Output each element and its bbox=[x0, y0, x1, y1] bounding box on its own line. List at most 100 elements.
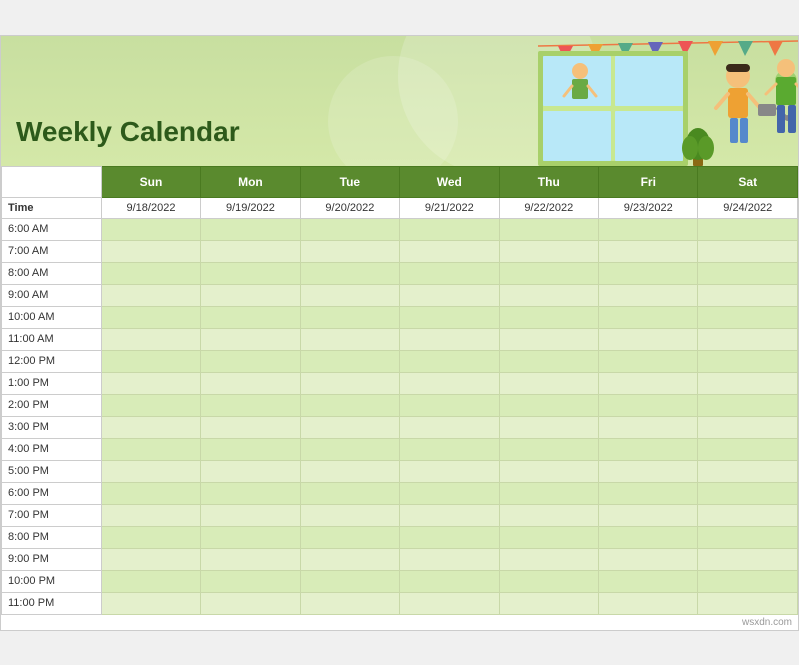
calendar-cell[interactable] bbox=[400, 262, 499, 284]
calendar-cell[interactable] bbox=[300, 482, 399, 504]
calendar-cell[interactable] bbox=[400, 438, 499, 460]
calendar-cell[interactable] bbox=[101, 416, 200, 438]
calendar-cell[interactable] bbox=[698, 504, 798, 526]
calendar-cell[interactable] bbox=[400, 592, 499, 614]
calendar-cell[interactable] bbox=[499, 482, 598, 504]
calendar-cell[interactable] bbox=[499, 350, 598, 372]
calendar-cell[interactable] bbox=[300, 328, 399, 350]
calendar-cell[interactable] bbox=[400, 372, 499, 394]
calendar-cell[interactable] bbox=[499, 262, 598, 284]
calendar-cell[interactable] bbox=[698, 350, 798, 372]
calendar-cell[interactable] bbox=[201, 570, 300, 592]
calendar-cell[interactable] bbox=[300, 218, 399, 240]
calendar-cell[interactable] bbox=[599, 438, 698, 460]
calendar-cell[interactable] bbox=[698, 416, 798, 438]
calendar-cell[interactable] bbox=[499, 284, 598, 306]
calendar-cell[interactable] bbox=[400, 482, 499, 504]
calendar-cell[interactable] bbox=[400, 240, 499, 262]
calendar-cell[interactable] bbox=[698, 526, 798, 548]
calendar-cell[interactable] bbox=[300, 570, 399, 592]
calendar-cell[interactable] bbox=[300, 240, 399, 262]
calendar-cell[interactable] bbox=[101, 306, 200, 328]
calendar-cell[interactable] bbox=[599, 218, 698, 240]
calendar-cell[interactable] bbox=[599, 548, 698, 570]
calendar-cell[interactable] bbox=[698, 240, 798, 262]
calendar-cell[interactable] bbox=[300, 306, 399, 328]
calendar-cell[interactable] bbox=[499, 416, 598, 438]
calendar-cell[interactable] bbox=[599, 526, 698, 548]
calendar-cell[interactable] bbox=[698, 438, 798, 460]
calendar-cell[interactable] bbox=[698, 284, 798, 306]
calendar-cell[interactable] bbox=[499, 240, 598, 262]
calendar-cell[interactable] bbox=[101, 438, 200, 460]
calendar-cell[interactable] bbox=[101, 372, 200, 394]
calendar-cell[interactable] bbox=[300, 372, 399, 394]
calendar-cell[interactable] bbox=[599, 240, 698, 262]
calendar-cell[interactable] bbox=[698, 460, 798, 482]
calendar-cell[interactable] bbox=[101, 284, 200, 306]
calendar-cell[interactable] bbox=[101, 240, 200, 262]
calendar-cell[interactable] bbox=[201, 218, 300, 240]
calendar-cell[interactable] bbox=[201, 350, 300, 372]
calendar-cell[interactable] bbox=[698, 306, 798, 328]
calendar-cell[interactable] bbox=[599, 570, 698, 592]
calendar-cell[interactable] bbox=[201, 416, 300, 438]
calendar-cell[interactable] bbox=[599, 504, 698, 526]
calendar-cell[interactable] bbox=[698, 592, 798, 614]
calendar-cell[interactable] bbox=[101, 592, 200, 614]
calendar-cell[interactable] bbox=[400, 460, 499, 482]
calendar-cell[interactable] bbox=[698, 372, 798, 394]
calendar-cell[interactable] bbox=[599, 262, 698, 284]
calendar-cell[interactable] bbox=[201, 328, 300, 350]
calendar-cell[interactable] bbox=[698, 570, 798, 592]
calendar-cell[interactable] bbox=[499, 306, 598, 328]
calendar-cell[interactable] bbox=[300, 460, 399, 482]
calendar-cell[interactable] bbox=[101, 350, 200, 372]
calendar-cell[interactable] bbox=[300, 416, 399, 438]
calendar-cell[interactable] bbox=[101, 218, 200, 240]
calendar-cell[interactable] bbox=[400, 570, 499, 592]
calendar-cell[interactable] bbox=[400, 504, 499, 526]
calendar-cell[interactable] bbox=[201, 592, 300, 614]
calendar-cell[interactable] bbox=[499, 592, 598, 614]
calendar-cell[interactable] bbox=[101, 262, 200, 284]
calendar-cell[interactable] bbox=[101, 504, 200, 526]
calendar-cell[interactable] bbox=[599, 482, 698, 504]
calendar-cell[interactable] bbox=[400, 394, 499, 416]
calendar-cell[interactable] bbox=[201, 306, 300, 328]
calendar-cell[interactable] bbox=[499, 460, 598, 482]
calendar-cell[interactable] bbox=[599, 416, 698, 438]
calendar-cell[interactable] bbox=[499, 526, 598, 548]
calendar-cell[interactable] bbox=[499, 218, 598, 240]
calendar-cell[interactable] bbox=[201, 284, 300, 306]
calendar-cell[interactable] bbox=[201, 504, 300, 526]
calendar-cell[interactable] bbox=[201, 262, 300, 284]
calendar-cell[interactable] bbox=[300, 438, 399, 460]
calendar-cell[interactable] bbox=[400, 526, 499, 548]
calendar-cell[interactable] bbox=[599, 306, 698, 328]
calendar-cell[interactable] bbox=[599, 460, 698, 482]
calendar-cell[interactable] bbox=[400, 416, 499, 438]
calendar-cell[interactable] bbox=[698, 482, 798, 504]
calendar-cell[interactable] bbox=[201, 482, 300, 504]
calendar-cell[interactable] bbox=[300, 504, 399, 526]
calendar-cell[interactable] bbox=[400, 548, 499, 570]
calendar-cell[interactable] bbox=[698, 548, 798, 570]
calendar-cell[interactable] bbox=[201, 240, 300, 262]
calendar-cell[interactable] bbox=[499, 394, 598, 416]
calendar-cell[interactable] bbox=[400, 328, 499, 350]
calendar-cell[interactable] bbox=[300, 526, 399, 548]
calendar-cell[interactable] bbox=[101, 526, 200, 548]
calendar-cell[interactable] bbox=[499, 438, 598, 460]
calendar-cell[interactable] bbox=[698, 262, 798, 284]
calendar-cell[interactable] bbox=[201, 438, 300, 460]
calendar-cell[interactable] bbox=[499, 548, 598, 570]
calendar-cell[interactable] bbox=[201, 372, 300, 394]
calendar-cell[interactable] bbox=[101, 394, 200, 416]
calendar-cell[interactable] bbox=[300, 262, 399, 284]
calendar-cell[interactable] bbox=[698, 394, 798, 416]
calendar-cell[interactable] bbox=[698, 218, 798, 240]
calendar-cell[interactable] bbox=[599, 350, 698, 372]
calendar-cell[interactable] bbox=[101, 482, 200, 504]
calendar-cell[interactable] bbox=[599, 394, 698, 416]
